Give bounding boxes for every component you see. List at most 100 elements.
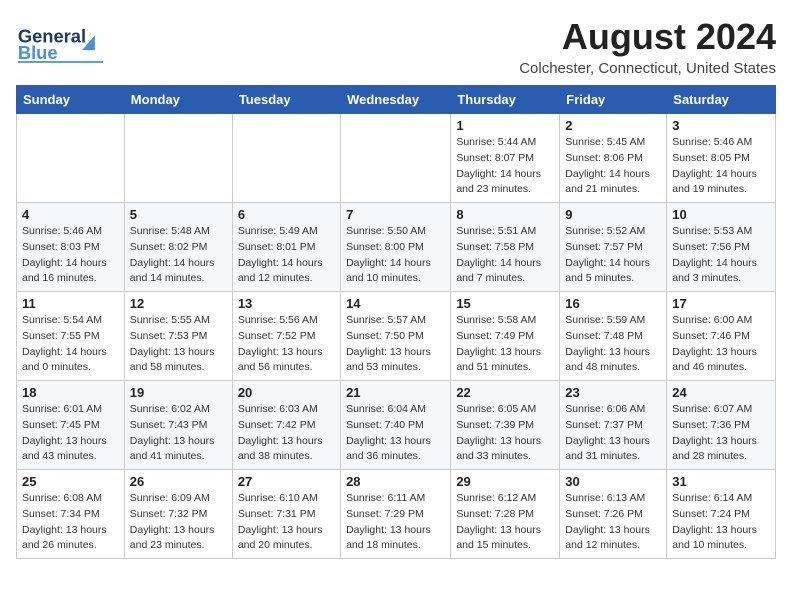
calendar-cell: 1 Sunrise: 5:44 AMSunset: 8:07 PMDaylight… — [451, 114, 560, 203]
day-info: Sunrise: 6:02 AMSunset: 7:43 PMDaylight:… — [130, 402, 227, 465]
calendar-table: SundayMondayTuesdayWednesdayThursdayFrid… — [16, 85, 776, 559]
title-area: August 2024 Colchester, Connecticut, Uni… — [519, 16, 776, 77]
calendar-cell: 2 Sunrise: 5:45 AMSunset: 8:06 PMDaylight… — [560, 114, 667, 203]
day-header-sunday: Sunday — [17, 86, 125, 114]
logo: General Blue — [16, 16, 126, 64]
calendar-cell: 23 Sunrise: 6:06 AMSunset: 7:37 PMDayligh… — [560, 381, 667, 470]
day-number: 24 — [672, 385, 770, 400]
day-info: Sunrise: 5:52 AMSunset: 7:57 PMDaylight:… — [565, 224, 661, 287]
day-info: Sunrise: 6:00 AMSunset: 7:46 PMDaylight:… — [672, 313, 770, 376]
day-number: 26 — [130, 474, 227, 489]
day-header-monday: Monday — [124, 86, 232, 114]
day-info: Sunrise: 6:09 AMSunset: 7:32 PMDaylight:… — [130, 491, 227, 554]
day-info: Sunrise: 6:04 AMSunset: 7:40 PMDaylight:… — [346, 402, 445, 465]
day-info: Sunrise: 6:13 AMSunset: 7:26 PMDaylight:… — [565, 491, 661, 554]
day-number: 16 — [565, 296, 661, 311]
calendar-cell: 8Sunrise: 5:51 AMSunset: 7:58 PMDaylight… — [451, 203, 560, 292]
day-number: 10 — [672, 207, 770, 222]
calendar-cell: 22Sunrise: 6:05 AMSunset: 7:39 PMDayligh… — [451, 381, 560, 470]
calendar-cell: 3Sunrise: 5:46 AMSunset: 8:05 PMDaylight… — [667, 114, 776, 203]
day-info: Sunrise: 5:53 AMSunset: 7:56 PMDaylight:… — [672, 224, 770, 287]
day-header-wednesday: Wednesday — [341, 86, 451, 114]
day-number: 31 — [672, 474, 770, 489]
day-info: Sunrise: 6:12 AMSunset: 7:28 PMDaylight:… — [456, 491, 554, 554]
day-info: Sunrise: 5:44 AMSunset: 8:07 PMDaylight:… — [456, 135, 554, 198]
day-number: 12 — [130, 296, 227, 311]
day-number: 15 — [456, 296, 554, 311]
calendar-week-2: 4 Sunrise: 5:46 AMSunset: 8:03 PMDaylight… — [17, 203, 776, 292]
day-info: Sunrise: 6:01 AMSunset: 7:45 PMDaylight:… — [22, 402, 119, 465]
calendar-cell: 13Sunrise: 5:56 AMSunset: 7:52 PMDayligh… — [232, 292, 340, 381]
day-info: Sunrise: 5:58 AMSunset: 7:49 PMDaylight:… — [456, 313, 554, 376]
calendar-cell: 27 Sunrise: 6:10 AMSunset: 7:31 PMDayligh… — [232, 470, 340, 559]
calendar-cell: 11Sunrise: 5:54 AMSunset: 7:55 PMDayligh… — [17, 292, 125, 381]
calendar-cell: 21 Sunrise: 6:04 AMSunset: 7:40 PMDayligh… — [341, 381, 451, 470]
day-info: Sunrise: 5:50 AMSunset: 8:00 PMDaylight:… — [346, 224, 445, 287]
day-number: 4 — [22, 207, 119, 222]
day-number: 21 — [346, 385, 445, 400]
day-number: 20 — [238, 385, 335, 400]
day-number: 2 — [565, 118, 661, 133]
calendar-cell: 28 Sunrise: 6:11 AMSunset: 7:29 PMDayligh… — [341, 470, 451, 559]
day-number: 28 — [346, 474, 445, 489]
calendar-cell: 18 Sunrise: 6:01 AMSunset: 7:45 PMDayligh… — [17, 381, 125, 470]
calendar-cell: 29 Sunrise: 6:12 AMSunset: 7:28 PMDayligh… — [451, 470, 560, 559]
calendar-cell: 16 Sunrise: 5:59 AMSunset: 7:48 PMDayligh… — [560, 292, 667, 381]
day-info: Sunrise: 6:11 AMSunset: 7:29 PMDaylight:… — [346, 491, 445, 554]
calendar-cell: 24Sunrise: 6:07 AMSunset: 7:36 PMDayligh… — [667, 381, 776, 470]
day-header-saturday: Saturday — [667, 86, 776, 114]
day-number: 14 — [346, 296, 445, 311]
calendar-cell: 7 Sunrise: 5:50 AMSunset: 8:00 PMDaylight… — [341, 203, 451, 292]
day-info: Sunrise: 6:03 AMSunset: 7:42 PMDaylight:… — [238, 402, 335, 465]
day-info: Sunrise: 5:59 AMSunset: 7:48 PMDaylight:… — [565, 313, 661, 376]
day-info: Sunrise: 6:08 AMSunset: 7:34 PMDaylight:… — [22, 491, 119, 554]
page-header: General Blue August 2024 Colchester, Con… — [16, 16, 776, 77]
calendar-cell: 31 Sunrise: 6:14 AMSunset: 7:24 PMDayligh… — [667, 470, 776, 559]
calendar-cell: 30 Sunrise: 6:13 AMSunset: 7:26 PMDayligh… — [560, 470, 667, 559]
calendar-cell: 14 Sunrise: 5:57 AMSunset: 7:50 PMDayligh… — [341, 292, 451, 381]
day-info: Sunrise: 6:06 AMSunset: 7:37 PMDaylight:… — [565, 402, 661, 465]
day-info: Sunrise: 6:14 AMSunset: 7:24 PMDaylight:… — [672, 491, 770, 554]
calendar-cell: 12 Sunrise: 5:55 AMSunset: 7:53 PMDayligh… — [124, 292, 232, 381]
day-number: 9 — [565, 207, 661, 222]
calendar-week-5: 25 Sunrise: 6:08 AMSunset: 7:34 PMDayligh… — [17, 470, 776, 559]
day-number: 29 — [456, 474, 554, 489]
day-number: 27 — [238, 474, 335, 489]
calendar-cell: 25 Sunrise: 6:08 AMSunset: 7:34 PMDayligh… — [17, 470, 125, 559]
calendar-week-4: 18 Sunrise: 6:01 AMSunset: 7:45 PMDayligh… — [17, 381, 776, 470]
day-info: Sunrise: 5:45 AMSunset: 8:06 PMDaylight:… — [565, 135, 661, 198]
calendar-cell — [232, 114, 340, 203]
day-number: 13 — [238, 296, 335, 311]
day-number: 1 — [456, 118, 554, 133]
calendar-week-1: 1 Sunrise: 5:44 AMSunset: 8:07 PMDaylight… — [17, 114, 776, 203]
day-header-thursday: Thursday — [451, 86, 560, 114]
day-number: 7 — [346, 207, 445, 222]
logo-image: General Blue — [16, 16, 126, 64]
calendar-week-3: 11Sunrise: 5:54 AMSunset: 7:55 PMDayligh… — [17, 292, 776, 381]
day-info: Sunrise: 5:57 AMSunset: 7:50 PMDaylight:… — [346, 313, 445, 376]
day-number: 18 — [22, 385, 119, 400]
calendar-cell: 4 Sunrise: 5:46 AMSunset: 8:03 PMDaylight… — [17, 203, 125, 292]
day-number: 6 — [238, 207, 335, 222]
day-info: Sunrise: 5:49 AMSunset: 8:01 PMDaylight:… — [238, 224, 335, 287]
day-number: 8 — [456, 207, 554, 222]
day-info: Sunrise: 6:10 AMSunset: 7:31 PMDaylight:… — [238, 491, 335, 554]
calendar-cell: 15 Sunrise: 5:58 AMSunset: 7:49 PMDayligh… — [451, 292, 560, 381]
calendar-cell: 9 Sunrise: 5:52 AMSunset: 7:57 PMDaylight… — [560, 203, 667, 292]
month-title: August 2024 — [519, 16, 776, 58]
day-info: Sunrise: 6:05 AMSunset: 7:39 PMDaylight:… — [456, 402, 554, 465]
location: Colchester, Connecticut, United States — [519, 60, 776, 77]
calendar-cell: 19Sunrise: 6:02 AMSunset: 7:43 PMDayligh… — [124, 381, 232, 470]
day-header-tuesday: Tuesday — [232, 86, 340, 114]
day-number: 23 — [565, 385, 661, 400]
day-number: 5 — [130, 207, 227, 222]
day-info: Sunrise: 5:55 AMSunset: 7:53 PMDaylight:… — [130, 313, 227, 376]
day-header-friday: Friday — [560, 86, 667, 114]
calendar-cell: 20 Sunrise: 6:03 AMSunset: 7:42 PMDayligh… — [232, 381, 340, 470]
calendar-cell — [17, 114, 125, 203]
day-number: 30 — [565, 474, 661, 489]
day-number: 25 — [22, 474, 119, 489]
day-info: Sunrise: 5:46 AMSunset: 8:03 PMDaylight:… — [22, 224, 119, 287]
calendar-cell: 26 Sunrise: 6:09 AMSunset: 7:32 PMDayligh… — [124, 470, 232, 559]
day-number: 17 — [672, 296, 770, 311]
